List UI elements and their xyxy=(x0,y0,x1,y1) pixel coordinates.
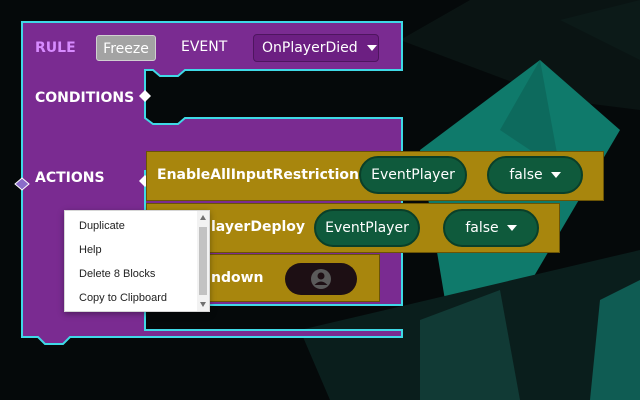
context-menu[interactable]: Duplicate Help Delete 8 Blocks Copy to C… xyxy=(64,210,210,312)
event-label: EVENT xyxy=(181,39,228,55)
person-icon xyxy=(311,269,331,289)
action-label-1: EnableAllInputRestrictions xyxy=(157,167,368,183)
menu-item-help[interactable]: Help xyxy=(79,244,102,256)
action-label-2: layerDeploy xyxy=(211,219,306,235)
conditions-label: CONDITIONS xyxy=(35,90,135,106)
scroll-up-icon[interactable] xyxy=(200,215,206,220)
menu-scrollbar[interactable] xyxy=(197,211,209,311)
value-dropdown-2[interactable]: false xyxy=(443,209,539,247)
actions-label: ACTIONS xyxy=(35,170,105,186)
player-input-slot[interactable] xyxy=(285,263,357,295)
player-dropdown-1[interactable]: EventPlayer xyxy=(359,156,467,194)
action-label-3: ndown xyxy=(211,270,264,286)
player-dropdown-2[interactable]: EventPlayer xyxy=(314,209,420,247)
event-value: OnPlayerDied xyxy=(262,40,358,56)
value-text-1: false xyxy=(509,167,543,183)
action-block-1[interactable]: EnableAllInputRestrictions EventPlayer f… xyxy=(146,151,604,201)
chevron-down-icon xyxy=(550,172,561,178)
value-dropdown-1[interactable]: false xyxy=(487,156,583,194)
scroll-down-icon[interactable] xyxy=(200,302,206,307)
menu-scroll-thumb[interactable] xyxy=(199,227,207,295)
chevron-down-icon xyxy=(506,225,517,231)
rule-label: RULE xyxy=(35,40,76,56)
menu-item-duplicate[interactable]: Duplicate xyxy=(79,220,125,232)
menu-item-copy-to-clipboard[interactable]: Copy to Clipboard xyxy=(79,292,167,304)
freeze-button[interactable]: Freeze xyxy=(96,35,156,61)
value-text-2: false xyxy=(465,220,499,236)
chevron-down-icon xyxy=(366,45,377,51)
event-dropdown[interactable]: OnPlayerDied xyxy=(253,34,379,62)
menu-item-delete-blocks[interactable]: Delete 8 Blocks xyxy=(79,268,155,280)
